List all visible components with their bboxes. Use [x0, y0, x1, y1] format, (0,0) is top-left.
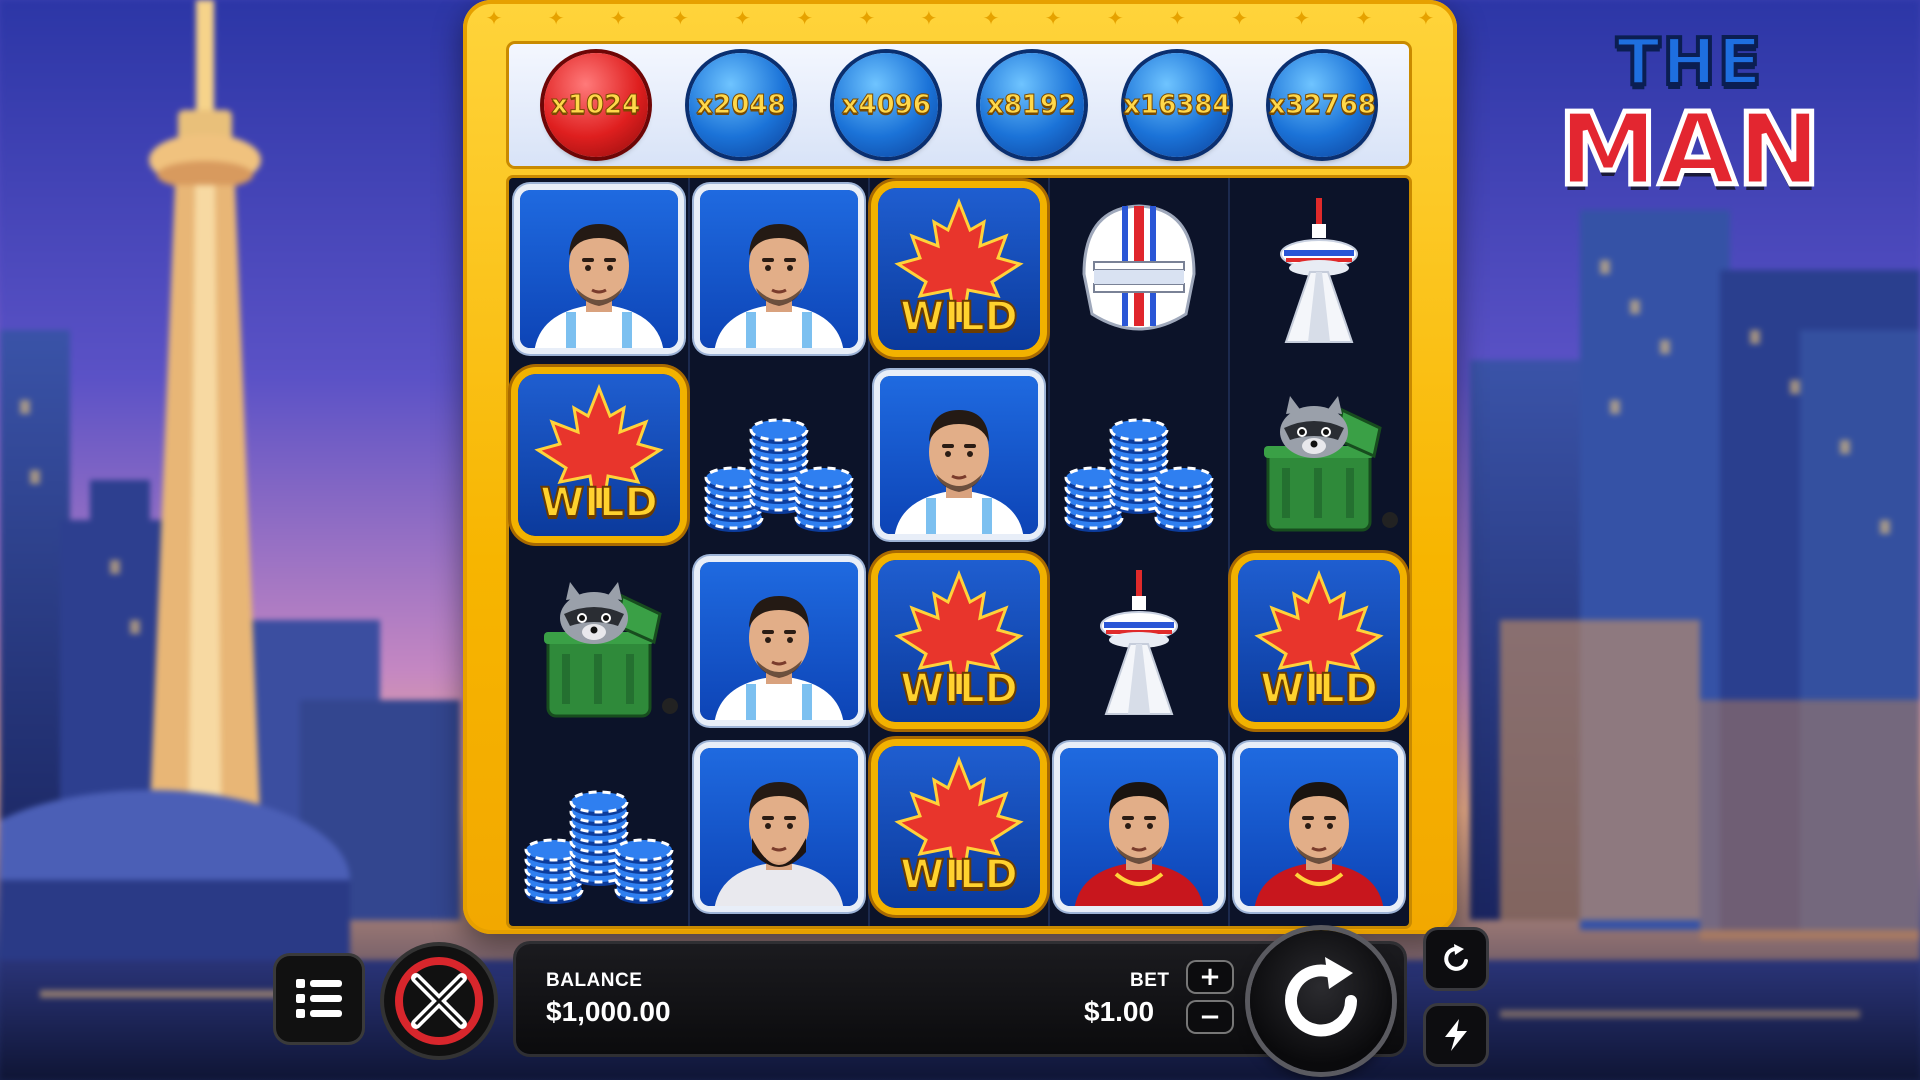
symbol-player-portrait-b	[694, 742, 864, 912]
multiplier-orb: x4096	[834, 53, 939, 157]
wild-label: WILD	[899, 851, 1019, 899]
balance-value: $1,000.00	[546, 996, 671, 1027]
multiplier-orb: x2048	[688, 53, 793, 157]
wild-label: WILD	[899, 293, 1019, 341]
portrait-card	[700, 748, 858, 906]
portrait-card	[520, 190, 678, 348]
raccoon-in-bin-icon	[1264, 396, 1398, 532]
player-portrait-icon	[714, 782, 844, 906]
poker-chips-icon	[1064, 418, 1214, 532]
symbol-poker-chips	[514, 742, 684, 912]
symbol-player-portrait-a	[514, 184, 684, 354]
logo-line-the: THE	[1615, 26, 1764, 100]
list-menu-icon	[296, 979, 342, 1018]
player-portrait-icon	[714, 596, 844, 720]
portrait-card	[700, 562, 858, 720]
symbol-cn-tower	[1234, 184, 1404, 354]
goalie-helmet-icon	[1082, 204, 1196, 331]
symbol-player-portrait-a	[694, 556, 864, 726]
player-portrait-icon	[534, 224, 664, 348]
poker-chips-icon	[704, 418, 854, 532]
symbol-wild: WILD	[874, 742, 1044, 912]
cn-tower-icon	[1100, 570, 1178, 715]
spin-arrow-icon	[1285, 957, 1357, 1037]
symbol-wild: WILD	[514, 370, 684, 540]
turbo-button[interactable]	[1426, 1006, 1486, 1064]
symbol-player-portrait-c	[1054, 742, 1224, 912]
symbol-raccoon-bin	[514, 556, 684, 726]
symbol-cn-tower	[1054, 556, 1224, 726]
multiplier-orb: x32768	[1268, 53, 1376, 157]
wild-card: WILD	[878, 188, 1040, 350]
autoplay-icon	[1444, 944, 1468, 971]
symbol-poker-chips	[1054, 370, 1224, 540]
player-portrait-icon	[1254, 782, 1384, 906]
menu-button[interactable]	[276, 956, 362, 1042]
poker-chips-icon	[524, 790, 674, 904]
player-portrait-icon	[1074, 782, 1204, 906]
symbol-player-portrait-a	[694, 184, 864, 354]
symbol-poker-chips	[694, 370, 864, 540]
symbol-wild: WILD	[874, 556, 1044, 726]
cn-tower-icon	[1280, 198, 1358, 343]
raccoon-in-bin-icon	[544, 582, 678, 718]
symbol-hockey-helmet	[1054, 184, 1224, 354]
multiplier-orb: x8192	[979, 53, 1084, 157]
symbol-player-portrait-c	[1234, 742, 1404, 912]
wild-card: WILD	[878, 746, 1040, 908]
portrait-card	[1240, 748, 1398, 906]
x-brand-icon	[395, 957, 483, 1045]
reel-grid: WILD WILD WILD WILD WILD	[509, 178, 1409, 926]
spin-button[interactable]	[1250, 930, 1392, 1072]
symbol-wild: WILD	[1234, 556, 1404, 726]
multiplier-orb: x16384	[1123, 53, 1231, 157]
frame-maple-decoration: ✦ ✦ ✦ ✦ ✦ ✦ ✦ ✦ ✦ ✦ ✦ ✦ ✦ ✦ ✦ ✦	[485, 6, 1435, 30]
game-logo: THE MAN	[1540, 26, 1840, 208]
wild-label: WILD	[539, 479, 659, 527]
symbol-player-portrait-a	[874, 370, 1044, 540]
portrait-card	[1060, 748, 1218, 906]
symbol-wild: WILD	[874, 184, 1044, 354]
wild-label: WILD	[899, 665, 1019, 713]
wild-card: WILD	[518, 374, 680, 536]
balance-label: BALANCE	[546, 970, 643, 991]
wild-card: WILD	[878, 560, 1040, 722]
lightning-icon	[1445, 1019, 1467, 1051]
autoplay-button[interactable]	[1426, 930, 1486, 988]
wild-card: WILD	[1238, 560, 1400, 722]
bet-label: BET	[1130, 970, 1170, 991]
bet-decrease-button[interactable]: −	[1188, 1002, 1232, 1032]
bet-value: $1.00	[1084, 996, 1155, 1027]
bet-increase-button[interactable]: +	[1188, 962, 1232, 992]
provider-logo-button[interactable]	[384, 946, 494, 1056]
player-portrait-icon	[714, 224, 844, 348]
symbol-raccoon-bin	[1234, 370, 1404, 540]
wild-label: WILD	[1259, 665, 1379, 713]
player-portrait-icon	[894, 410, 1024, 534]
multiplier-bar: x1024 x2048 x4096 x8192 x16384 x32768	[509, 44, 1409, 166]
logo-line-man: MAN	[1556, 91, 1824, 208]
multiplier-orb: x1024	[543, 53, 648, 157]
portrait-card	[700, 190, 858, 348]
portrait-card	[880, 376, 1038, 534]
